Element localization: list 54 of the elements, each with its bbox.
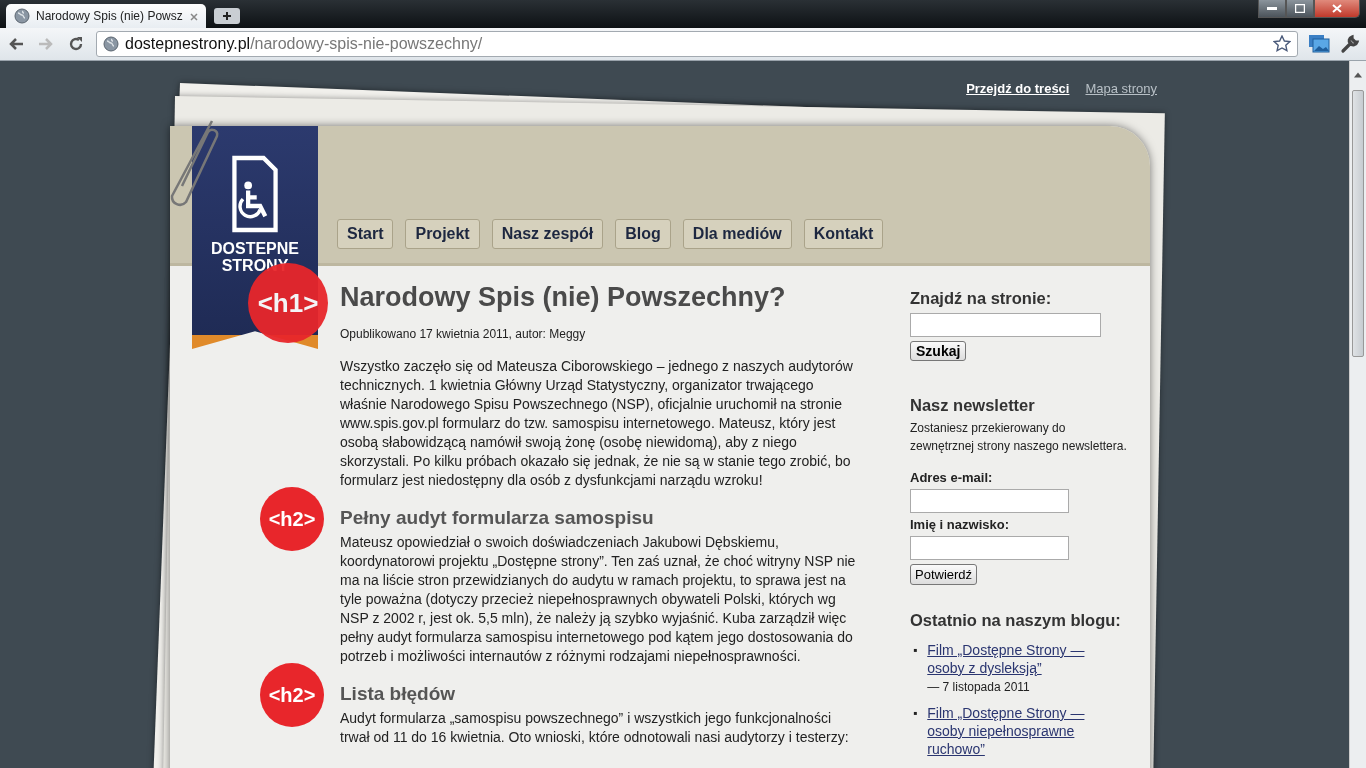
paragraph: Mateusz opowiedział o swoich doświadczeniach Jakubowi Dębskiemu, koordynatorowi projektu „Dostępne strony”. Ten zaś uznał, że choć witryny NSP nie ma na liście stron przewidzianych do audytu w ramach projektu, to sprawa jest na tyle poważna (dotyczy przecież niepełnosprawnych obywateli Polski, których wg NSP z 2002 r, jest ok. 5,5 mln), że należy ją szybko wyjaśnić. Kuba zarządził więc pełny audyt formularza samospisu internetowego pod kątem jego dostosowania do potrzeb i możliwości internautów z różnymi rodzajami niepełnosprawności. bbox=[340, 533, 857, 666]
section-heading: Pełny audyt formularza samospisu bbox=[340, 506, 655, 530]
submit-button[interactable]: Potwierdź bbox=[910, 564, 978, 585]
browser-tab[interactable]: Narodowy Spis (nie) Powsz bbox=[6, 4, 206, 28]
nav-tab[interactable]: Projekt bbox=[405, 219, 480, 249]
nav-tab[interactable]: Dla mediów bbox=[682, 219, 792, 249]
paragraph: Audyt formularza „samospisu powszechnego” i wszystkich jego funkcjonalności trwał od 11 do 16 kwietnia. Oto wnioski, które odnotowali nasi audytorzy i testerzy: bbox=[340, 709, 850, 747]
globe-icon bbox=[14, 8, 30, 24]
blog-post-link[interactable]: Film „Dostępne Strony — osoby z dysleksją” bbox=[927, 641, 1098, 677]
list-bullet: ▪ bbox=[913, 642, 918, 659]
heading-badge: <h2> bbox=[260, 487, 324, 551]
close-icon bbox=[1332, 4, 1342, 13]
paragraph: Wszystko zaczęło się od Mateusza Ciborowskiego – jednego z naszych audytorów technicznych. 1 kwietnia Główny Urząd Statystyczny, organizator trwającego właśnie Narodowego Spisu Powszechnego (NSP), oficjalnie uruchomił na stronie www.spis.gov.pl formularz do tzw. samospisu internetowego. Mateusz, który jest osobą słabowidzącą namówił swoją żonę (osobę niewidomą), aby z niego skorzystali. Po kilku próbach okazało się jednak, że nie są w stanie tego zrobić, bo formularz jest niedostępny dla osób z dysfunkcjami narządu wzroku! bbox=[340, 357, 854, 490]
newsletter-description: Zostaniesz przekierowany do zewnętrznej strony naszego newslettera. bbox=[910, 420, 1128, 455]
minimize-icon bbox=[1267, 6, 1277, 11]
star-icon[interactable] bbox=[1273, 35, 1291, 53]
nav-tab[interactable]: Start bbox=[337, 219, 394, 249]
document-wheelchair-icon bbox=[231, 154, 279, 234]
search-button[interactable]: Szukaj bbox=[910, 341, 967, 361]
list-bullet: ▪ bbox=[913, 705, 918, 722]
globe-icon bbox=[103, 36, 119, 52]
input-field[interactable] bbox=[910, 536, 1069, 560]
field-label: Imię i nazwisko: bbox=[910, 517, 1010, 532]
sidebar-heading: Ostatnio na naszym blogu: bbox=[910, 610, 1122, 631]
search-field[interactable] bbox=[910, 313, 1101, 337]
skip-link[interactable]: Przejdź do treści bbox=[966, 81, 1070, 97]
post-meta: Opublikowano 17 kwietnia 2011, autor: Meggy bbox=[340, 327, 587, 341]
minimize-button[interactable] bbox=[1258, 0, 1286, 18]
blog-post-link[interactable]: Film „Dostępne Strony — osoby niepełnosprawne ruchowo” bbox=[927, 704, 1098, 758]
skip-link[interactable]: Mapa strony bbox=[1085, 81, 1157, 97]
section-heading: Lista błędów bbox=[340, 682, 457, 706]
logo-text: DOSTEPNE bbox=[211, 240, 299, 257]
scrollbar-thumb[interactable] bbox=[1352, 90, 1364, 357]
wrench-icon[interactable] bbox=[1340, 34, 1360, 54]
article-title: Narodowy Spis (nie) Powszechny? bbox=[340, 281, 787, 313]
plus-icon bbox=[222, 11, 232, 21]
maximize-icon bbox=[1295, 4, 1305, 13]
picture-icon[interactable] bbox=[1308, 34, 1330, 54]
input-field[interactable] bbox=[910, 489, 1069, 513]
heading-badge: <h2> bbox=[260, 663, 324, 727]
close-icon bbox=[190, 12, 198, 21]
close-button[interactable] bbox=[1314, 0, 1360, 18]
nav-tab[interactable]: Kontakt bbox=[803, 219, 884, 249]
post-date: — 7 listopada 2011 bbox=[927, 680, 1031, 694]
field-label: Adres e-mail: bbox=[910, 470, 994, 485]
logo-text: STRONY bbox=[221, 257, 289, 274]
sidebar-heading: Znajdź na stronie: bbox=[910, 288, 1053, 309]
address-bar[interactable]: dostepnestrony.pl/narodowy-spis-nie-powszechny/ bbox=[96, 31, 1298, 57]
nav-tab[interactable]: Blog bbox=[615, 219, 671, 249]
new-tab-button[interactable] bbox=[214, 8, 240, 24]
nav-tab[interactable]: Nasz zespół bbox=[491, 219, 604, 249]
sidebar-heading: Nasz newsletter bbox=[910, 395, 1036, 416]
scrollbar[interactable] bbox=[1349, 61, 1366, 768]
maximize-button[interactable] bbox=[1286, 0, 1314, 18]
